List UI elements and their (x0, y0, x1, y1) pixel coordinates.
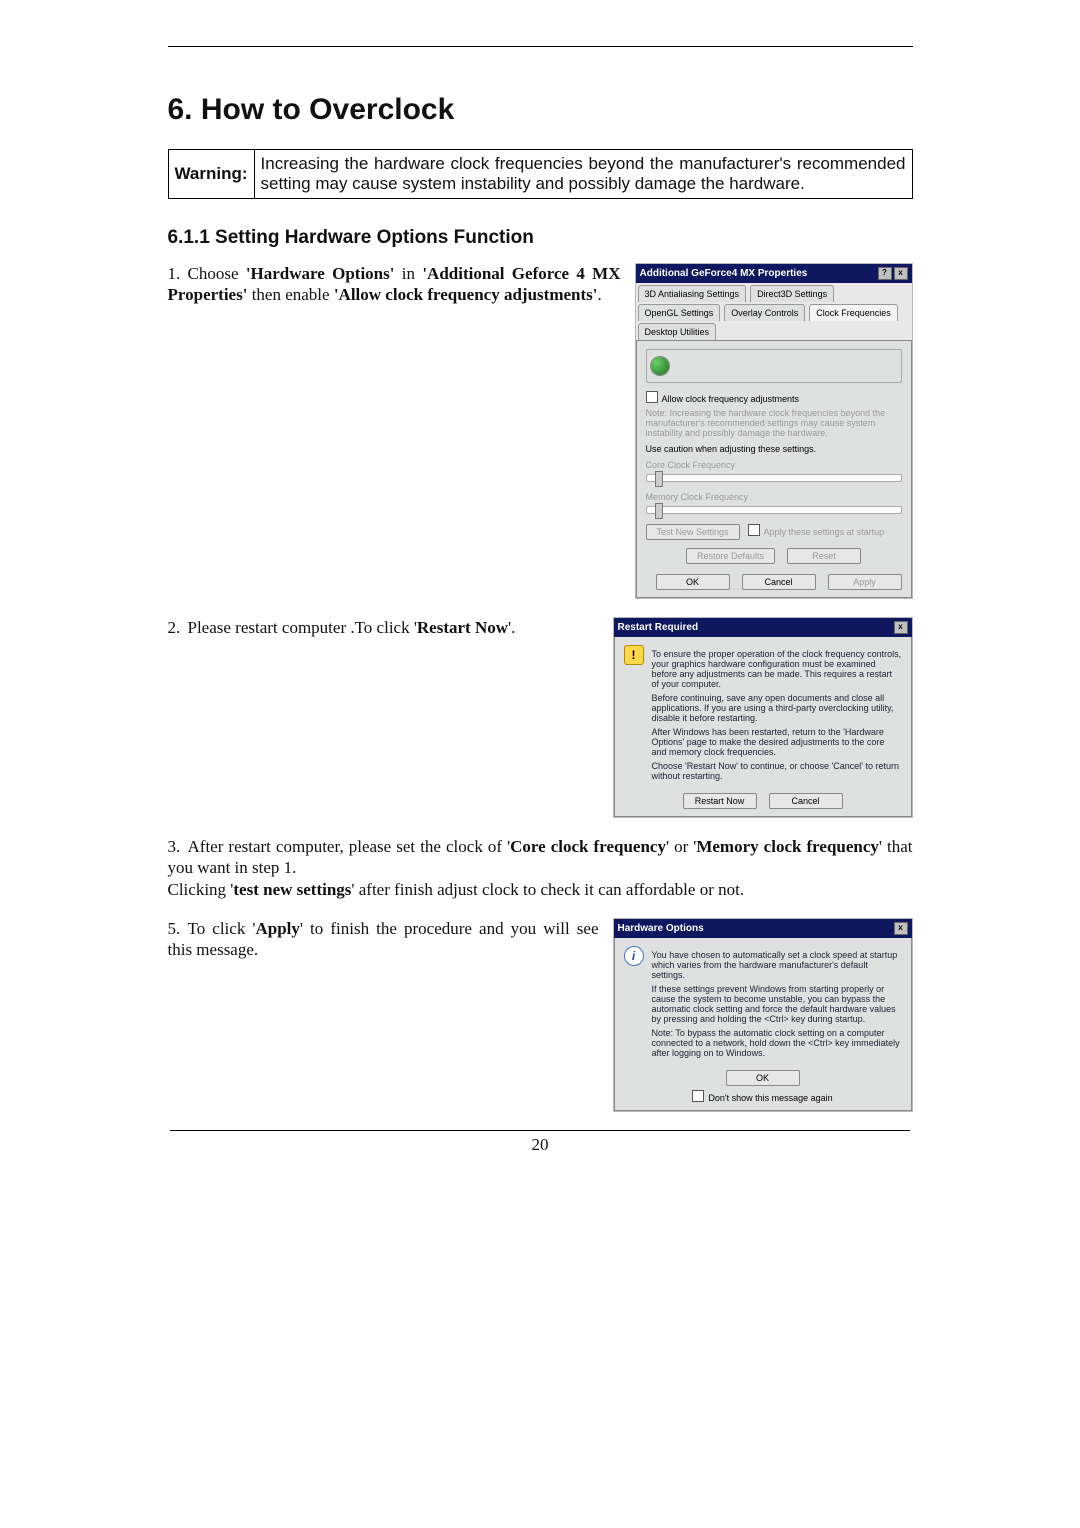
warning-box: Warning: Increasing the hardware clock f… (168, 149, 913, 199)
close-icon[interactable]: x (894, 267, 908, 280)
section-number: 6. (168, 93, 193, 126)
ok-button[interactable]: OK (726, 1070, 800, 1086)
tab-desktop-utilities[interactable]: Desktop Utilities (638, 323, 717, 340)
subsection-title-text: Setting Hardware Options Function (215, 227, 534, 248)
tab-direct3d[interactable]: Direct3D Settings (750, 285, 834, 302)
step-2-text: 2.Please restart computer .To click 'Res… (168, 617, 599, 638)
dont-show-checkbox[interactable] (692, 1090, 704, 1102)
apply-at-startup-checkbox[interactable] (748, 524, 760, 536)
warning-label: Warning: (168, 150, 254, 199)
top-rule (168, 46, 913, 47)
apply-button[interactable]: Apply (828, 574, 902, 590)
ok-button[interactable]: OK (656, 574, 730, 590)
hwopt-msg-1: You have chosen to automatically set a c… (652, 950, 902, 980)
info-icon: i (624, 946, 644, 966)
memory-clock-slider[interactable] (646, 506, 902, 514)
clock-frequencies-dialog: Additional GeForce4 MX Properties ? x 3D… (635, 263, 913, 599)
tab-strip: 3D Antialiasing Settings Direct3D Settin… (636, 283, 912, 341)
test-new-settings-button[interactable]: Test New Settings (646, 524, 740, 540)
hwopt-msg-3: Note: To bypass the automatic clock sett… (652, 1028, 902, 1058)
note-text: Note: Increasing the hardware clock freq… (646, 408, 902, 438)
restart-msg-3: After Windows has been restarted, return… (652, 727, 902, 757)
brand-icon (651, 357, 669, 375)
section-title: 6. How to Overclock (168, 93, 913, 127)
tab-clock-frequencies[interactable]: Clock Frequencies (809, 304, 898, 321)
dialog-title: Hardware Options (618, 923, 704, 934)
help-icon[interactable]: ? (878, 267, 892, 280)
restart-msg-1: To ensure the proper operation of the cl… (652, 649, 902, 689)
subsection-number: 6.1.1 (168, 227, 210, 248)
dialog-title: Restart Required (618, 622, 699, 633)
core-clock-slider[interactable] (646, 474, 902, 482)
restart-msg-2: Before continuing, save any open documen… (652, 693, 902, 723)
brand-icon-bar (646, 349, 902, 383)
cancel-button[interactable]: Cancel (742, 574, 816, 590)
dialog-title: Additional GeForce4 MX Properties (640, 268, 808, 279)
step-3-text: 3.After restart computer, please set the… (168, 836, 913, 900)
section-title-text: How to Overclock (201, 93, 454, 126)
tab-antialiasing[interactable]: 3D Antialiasing Settings (638, 285, 747, 302)
page-number: 20 (0, 1135, 1080, 1155)
reset-button[interactable]: Reset (787, 548, 861, 564)
tab-opengl[interactable]: OpenGL Settings (638, 304, 721, 321)
close-icon[interactable]: x (894, 922, 908, 935)
hwopt-msg-2: If these settings prevent Windows from s… (652, 984, 902, 1024)
core-clock-label: Core Clock Frequency (646, 460, 902, 470)
dont-show-row[interactable]: Don't show this message again (624, 1090, 902, 1103)
restore-defaults-button[interactable]: Restore Defaults (686, 548, 775, 564)
restart-required-dialog: Restart Required x ! To ensure the prope… (613, 617, 913, 818)
apply-at-startup-row[interactable]: Apply these settings at startup (748, 524, 902, 537)
step-5-text: 5.To click 'Apply' to finish the procedu… (168, 918, 599, 961)
allow-checkbox[interactable] (646, 391, 658, 403)
caution-text: Use caution when adjusting these setting… (646, 444, 902, 454)
dont-show-label: Don't show this message again (708, 1093, 832, 1103)
restart-msg-4: Choose 'Restart Now' to continue, or cho… (652, 761, 902, 781)
allow-checkbox-row[interactable]: Allow clock frequency adjustments (646, 391, 902, 404)
subsection-title: 6.1.1 Setting Hardware Options Function (168, 227, 913, 249)
allow-label: Allow clock frequency adjustments (662, 394, 800, 404)
memory-clock-label: Memory Clock Frequency (646, 492, 902, 502)
close-icon[interactable]: x (894, 621, 908, 634)
footer-rule (170, 1130, 910, 1131)
tab-overlay[interactable]: Overlay Controls (724, 304, 805, 321)
hardware-options-infobox: Hardware Options x i You have chosen to … (613, 918, 913, 1112)
cancel-button[interactable]: Cancel (769, 793, 843, 809)
step-1-text: 1.Choose 'Hardware Options' in 'Addition… (168, 263, 621, 306)
warning-text: Increasing the hardware clock frequencie… (254, 150, 912, 199)
restart-now-button[interactable]: Restart Now (683, 793, 757, 809)
warning-icon: ! (624, 645, 644, 665)
